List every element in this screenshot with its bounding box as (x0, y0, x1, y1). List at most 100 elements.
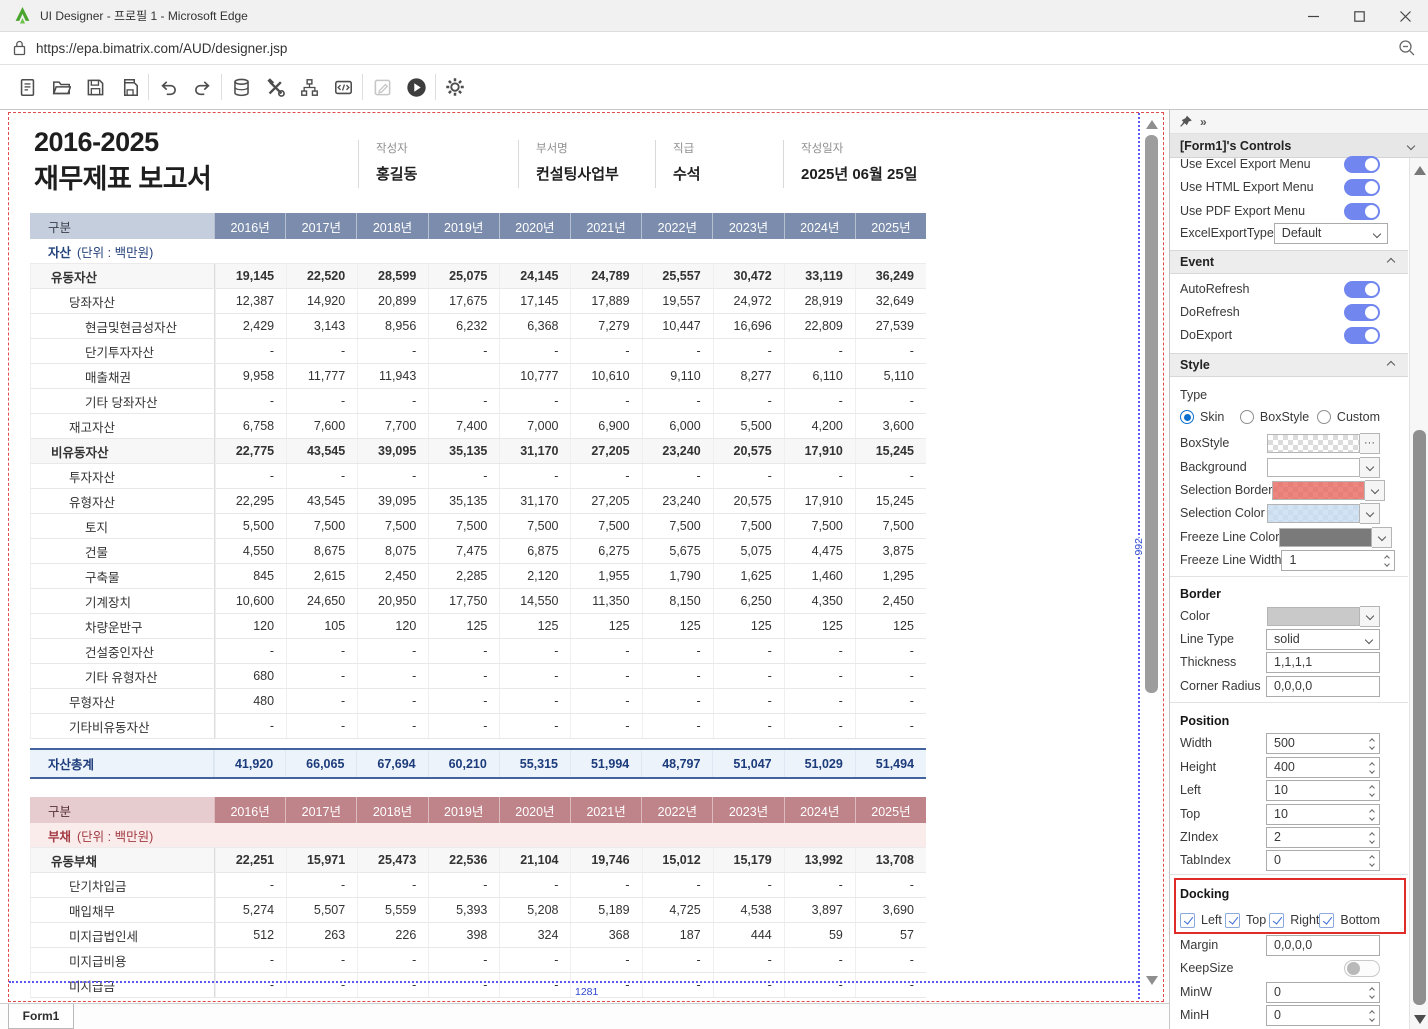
minw-input[interactable]: 0 (1266, 982, 1380, 1003)
boxstyle-swatch[interactable] (1267, 434, 1360, 453)
dorefresh-toggle[interactable] (1344, 304, 1380, 321)
keepsize-toggle[interactable] (1344, 960, 1380, 977)
canvas-scroll-down-arrow[interactable] (1146, 976, 1158, 985)
cell: 125 (784, 614, 855, 638)
pin-icon[interactable] (1179, 115, 1192, 128)
minimize-button[interactable] (1290, 0, 1336, 32)
settings-gear-icon[interactable] (438, 70, 472, 104)
maximize-button[interactable] (1336, 0, 1382, 32)
code-icon[interactable] (326, 70, 360, 104)
dock-top-checkbox[interactable]: Top (1225, 913, 1269, 928)
address-bar[interactable]: https://epa.bimatrix.com/AUD/designer.js… (0, 32, 1428, 65)
run-icon[interactable] (399, 70, 433, 104)
width-input[interactable]: 500 (1266, 733, 1380, 754)
use-excel-export-toggle[interactable] (1344, 156, 1380, 173)
selection-border-swatch[interactable] (1272, 481, 1365, 500)
panel-scroll-down-arrow[interactable] (1414, 1015, 1426, 1024)
assets-grid[interactable]: 구분 2016년2017년2018년2019년2020년2021년2022년20… (30, 213, 926, 779)
dock-right-checkbox[interactable]: Right (1269, 913, 1319, 928)
dock-left-checkbox[interactable]: Left (1180, 913, 1225, 928)
spinner-icon[interactable] (1370, 760, 1374, 773)
border-color-dropdown-button[interactable] (1360, 606, 1380, 627)
freeze-line-width-input[interactable]: 1 (1281, 550, 1395, 571)
url-text[interactable]: https://epa.bimatrix.com/AUD/designer.js… (36, 41, 287, 56)
cell: 3,875 (855, 539, 926, 563)
cell: - (855, 464, 926, 488)
section-style[interactable]: Style (1170, 353, 1408, 377)
database-icon[interactable] (224, 70, 258, 104)
redo-icon[interactable] (185, 70, 219, 104)
zindex-input[interactable]: 2 (1266, 827, 1380, 848)
margin-input[interactable]: 0,0,0,0 (1266, 935, 1380, 956)
cell: 3,143 (286, 314, 357, 338)
save-as-icon[interactable] (112, 70, 146, 104)
spinner-icon[interactable] (1370, 853, 1374, 866)
height-input[interactable]: 400 (1266, 757, 1380, 778)
minh-input[interactable]: 0 (1266, 1005, 1380, 1026)
use-html-export-toggle[interactable] (1344, 179, 1380, 196)
radio-boxstyle[interactable]: BoxStyle (1240, 410, 1317, 424)
row-doexport: DoExport (1170, 324, 1408, 346)
cell: - (428, 689, 499, 713)
top-input[interactable]: 10 (1266, 804, 1380, 825)
save-icon[interactable] (78, 70, 112, 104)
thickness-input[interactable]: 1,1,1,1 (1266, 652, 1380, 673)
panel-scrollbar-thumb[interactable] (1413, 430, 1426, 1005)
cell: - (570, 948, 641, 972)
open-folder-icon[interactable] (44, 70, 78, 104)
tab-form1[interactable]: Form1 (8, 1004, 74, 1029)
spinner-icon[interactable] (1370, 783, 1374, 796)
new-document-icon[interactable] (10, 70, 44, 104)
property-label: KeepSize (1180, 961, 1344, 975)
zoom-out-icon[interactable] (1398, 39, 1416, 57)
canvas-scrollbar-thumb[interactable] (1145, 135, 1158, 693)
edit-icon[interactable] (365, 70, 399, 104)
table-row: 건물4,5508,6758,0757,4756,8756,2755,6755,0… (30, 539, 926, 564)
dock-bottom-checkbox[interactable]: Bottom (1319, 913, 1380, 928)
freeze-line-color-swatch[interactable] (1279, 528, 1372, 547)
panel-scrollbar[interactable] (1409, 158, 1428, 1029)
spinner-icon[interactable] (1370, 830, 1374, 843)
excel-export-type-select[interactable]: Default (1274, 223, 1388, 244)
hierarchy-icon[interactable] (292, 70, 326, 104)
close-button[interactable] (1382, 0, 1428, 32)
background-swatch[interactable] (1267, 458, 1360, 477)
canvas-scroll-up-arrow[interactable] (1146, 120, 1158, 129)
cell: 15,245 (855, 489, 926, 513)
cell: 7,475 (428, 539, 499, 563)
boxstyle-more-button[interactable]: ··· (1360, 433, 1380, 454)
design-canvas[interactable]: 2016-2025 재무제표 보고서 작성자 홍길동 부서명 컨설팅사업부 직급… (0, 110, 1170, 1029)
collapse-panel-icon[interactable]: » (1200, 115, 1208, 129)
corner-radius-input[interactable]: 0,0,0,0 (1266, 676, 1380, 697)
tools-icon[interactable] (258, 70, 292, 104)
selection-color-dropdown-button[interactable] (1360, 503, 1380, 524)
selection-border-dropdown-button[interactable] (1365, 480, 1385, 501)
spinner-icon[interactable] (1385, 553, 1389, 566)
background-dropdown-button[interactable] (1360, 457, 1380, 478)
line-type-select[interactable]: solid (1266, 629, 1380, 650)
spinner-icon[interactable] (1370, 985, 1374, 998)
cell: 4,538 (713, 898, 784, 922)
subsection-position: Position (1170, 709, 1408, 733)
row-width: Width 500 (1170, 732, 1408, 754)
autorefresh-toggle[interactable] (1344, 281, 1380, 298)
liabilities-grid[interactable]: 구분 2016년2017년2018년2019년2020년2021년2022년20… (30, 797, 926, 998)
selection-color-swatch[interactable] (1267, 504, 1360, 523)
panel-scroll-up-arrow[interactable] (1414, 166, 1426, 175)
section-event[interactable]: Event (1170, 250, 1408, 274)
doexport-toggle[interactable] (1344, 327, 1380, 344)
cell: 24,972 (713, 289, 784, 313)
spinner-icon[interactable] (1370, 736, 1374, 749)
freeze-line-color-dropdown-button[interactable] (1372, 527, 1392, 548)
radio-skin[interactable]: Skin (1180, 410, 1240, 424)
radio-custom[interactable]: Custom (1317, 410, 1380, 424)
use-pdf-export-toggle[interactable] (1344, 203, 1380, 220)
spinner-icon[interactable] (1370, 1008, 1374, 1021)
left-input[interactable]: 10 (1266, 780, 1380, 801)
spinner-icon[interactable] (1370, 807, 1374, 820)
tabindex-input[interactable]: 0 (1266, 850, 1380, 871)
cell: 2,450 (357, 564, 428, 588)
cell: - (286, 389, 357, 413)
undo-icon[interactable] (151, 70, 185, 104)
border-color-swatch[interactable] (1267, 607, 1360, 626)
